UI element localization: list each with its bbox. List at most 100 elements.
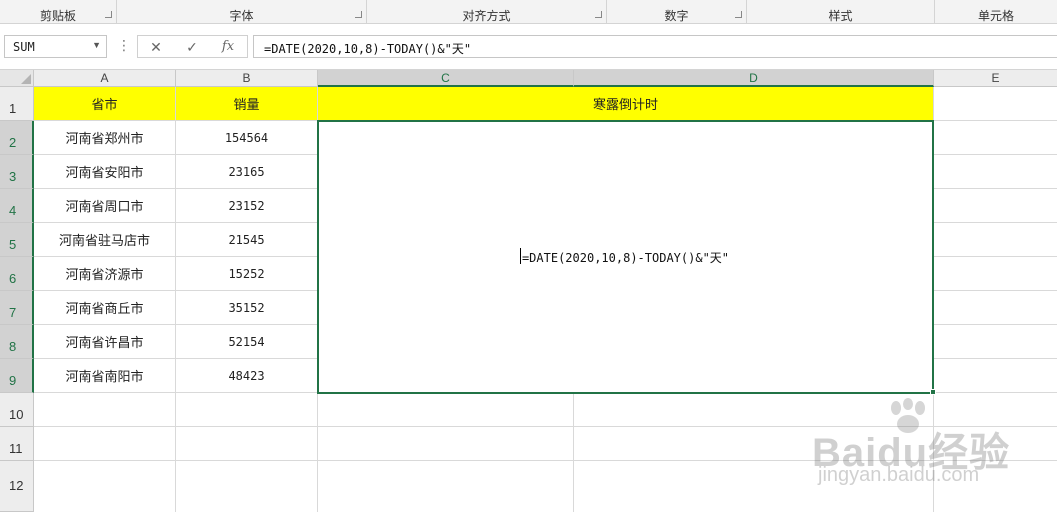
cell-e[interactable] <box>934 257 1057 291</box>
cell-province[interactable]: 河南省驻马店市 <box>34 223 176 257</box>
row-header-11[interactable]: 11 <box>0 427 34 461</box>
cell-e[interactable] <box>934 121 1057 155</box>
row-header-4[interactable]: 4 <box>0 189 34 223</box>
enter-icon[interactable]: ✓ <box>177 37 207 57</box>
more-options-icon[interactable]: ⋮ <box>117 37 131 57</box>
formula-input[interactable]: =DATE(2020,10,8)-TODAY()&"天" <box>253 35 1057 58</box>
merged-countdown-cell[interactable]: =DATE(2020,10,8)-TODAY()&"天" <box>317 120 934 394</box>
ribbon-group-number: 数字 <box>607 0 747 24</box>
cell-province[interactable]: 河南省安阳市 <box>34 155 176 189</box>
dialog-launcher-icon[interactable] <box>355 11 362 18</box>
empty-cell[interactable] <box>176 461 318 512</box>
ribbon-group-label: 样式 <box>828 9 853 23</box>
row-number: 3 <box>9 169 17 184</box>
column-header-e[interactable]: E <box>934 70 1057 87</box>
row-number: 10 <box>9 407 24 422</box>
row-header-9[interactable]: 9 <box>0 359 34 393</box>
cell-e[interactable] <box>934 291 1057 325</box>
dialog-launcher-icon[interactable] <box>595 11 602 18</box>
cell-sales[interactable]: 48423 <box>176 359 318 393</box>
row-header-2[interactable]: 2 <box>0 121 34 155</box>
text-caret <box>519 247 521 264</box>
empty-cell[interactable] <box>934 461 1057 512</box>
row-number: 6 <box>9 271 17 286</box>
cell-sales[interactable]: 23165 <box>176 155 318 189</box>
empty-cell[interactable] <box>934 393 1057 427</box>
cell-sales[interactable]: 154564 <box>176 121 318 155</box>
cell-e[interactable] <box>934 223 1057 257</box>
column-header-d[interactable]: D <box>574 70 934 87</box>
row-number: 1 <box>9 101 17 116</box>
column-header-c[interactable]: C <box>318 70 574 87</box>
ribbon-group-label: 字体 <box>229 9 254 23</box>
cell-province[interactable]: 河南省济源市 <box>34 257 176 291</box>
cell-province[interactable]: 河南省商丘市 <box>34 291 176 325</box>
empty-cell[interactable] <box>574 461 934 512</box>
cell-edit-text: =DATE(2020,10,8)-TODAY()&"天" <box>519 247 729 266</box>
header-cell-province[interactable]: 省市 <box>34 87 176 121</box>
dialog-launcher-icon[interactable] <box>105 11 112 18</box>
empty-cell[interactable] <box>34 427 176 461</box>
empty-cell[interactable] <box>34 393 176 427</box>
chevron-down-icon[interactable]: ▼ <box>92 40 101 50</box>
column-header-a[interactable]: A <box>34 70 176 87</box>
cell-sales[interactable]: 23152 <box>176 189 318 223</box>
row-number: 12 <box>9 478 24 493</box>
row-number: 5 <box>9 237 17 252</box>
cell-province[interactable]: 河南省郑州市 <box>34 121 176 155</box>
ribbon-group-label: 数字 <box>664 9 689 23</box>
cell-e[interactable] <box>934 359 1057 393</box>
cell-e[interactable] <box>934 155 1057 189</box>
row-header-5[interactable]: 5 <box>0 223 34 257</box>
empty-cell[interactable] <box>34 461 176 512</box>
empty-cell[interactable] <box>318 393 574 427</box>
row-header-7[interactable]: 7 <box>0 291 34 325</box>
row-header-12[interactable]: 12 <box>0 461 34 512</box>
formula-text: =DATE(2020,10,8)-TODAY()&"天" <box>264 42 472 56</box>
name-box[interactable]: SUM ▼ <box>4 35 107 58</box>
row-number: 4 <box>9 203 17 218</box>
row-number: 9 <box>9 373 17 388</box>
row-header-1[interactable]: 1 <box>0 87 34 121</box>
cell-sales[interactable]: 35152 <box>176 291 318 325</box>
name-box-value: SUM <box>13 40 35 54</box>
ribbon-group-label: 对齐方式 <box>462 9 511 23</box>
cell-province[interactable]: 河南省南阳市 <box>34 359 176 393</box>
ribbon-group-font: 字体 <box>117 0 367 24</box>
ribbon-group-cells: 单元格 <box>935 0 1057 24</box>
header-cell-countdown[interactable]: 寒露倒计时 <box>318 87 934 121</box>
empty-cell[interactable] <box>318 427 574 461</box>
column-header-b[interactable]: B <box>176 70 318 87</box>
ribbon-group-alignment: 对齐方式 <box>367 0 607 24</box>
cell-e[interactable] <box>934 189 1057 223</box>
row-number: 8 <box>9 339 17 354</box>
cell-province[interactable]: 河南省许昌市 <box>34 325 176 359</box>
select-all-icon <box>21 74 31 84</box>
cell-e[interactable] <box>934 325 1057 359</box>
row-header-6[interactable]: 6 <box>0 257 34 291</box>
empty-cell[interactable] <box>176 393 318 427</box>
cell-sales[interactable]: 15252 <box>176 257 318 291</box>
empty-cell[interactable] <box>574 427 934 461</box>
cell-e1[interactable] <box>934 87 1057 121</box>
row-header-10[interactable]: 10 <box>0 393 34 427</box>
insert-function-icon[interactable]: fx <box>213 37 243 57</box>
row-header-8[interactable]: 8 <box>0 325 34 359</box>
empty-cell[interactable] <box>318 461 574 512</box>
ribbon-group-styles: 样式 <box>747 0 935 24</box>
cancel-icon[interactable]: ✕ <box>141 37 171 57</box>
cell-sales[interactable]: 21545 <box>176 223 318 257</box>
header-cell-sales[interactable]: 销量 <box>176 87 318 121</box>
cell-sales[interactable]: 52154 <box>176 325 318 359</box>
dialog-launcher-icon[interactable] <box>735 11 742 18</box>
row-number: 11 <box>9 441 23 456</box>
empty-cell[interactable] <box>934 427 1057 461</box>
row-header-3[interactable]: 3 <box>0 155 34 189</box>
empty-cell[interactable] <box>574 393 934 427</box>
fill-handle[interactable] <box>930 389 936 395</box>
cell-province[interactable]: 河南省周口市 <box>34 189 176 223</box>
empty-cell[interactable] <box>176 427 318 461</box>
ribbon-group-clipboard: 剪贴板 <box>0 0 117 24</box>
ribbon-group-bar: 剪贴板 字体 对齐方式 数字 样式 单元格 <box>0 0 1057 24</box>
select-all-button[interactable] <box>0 70 34 87</box>
